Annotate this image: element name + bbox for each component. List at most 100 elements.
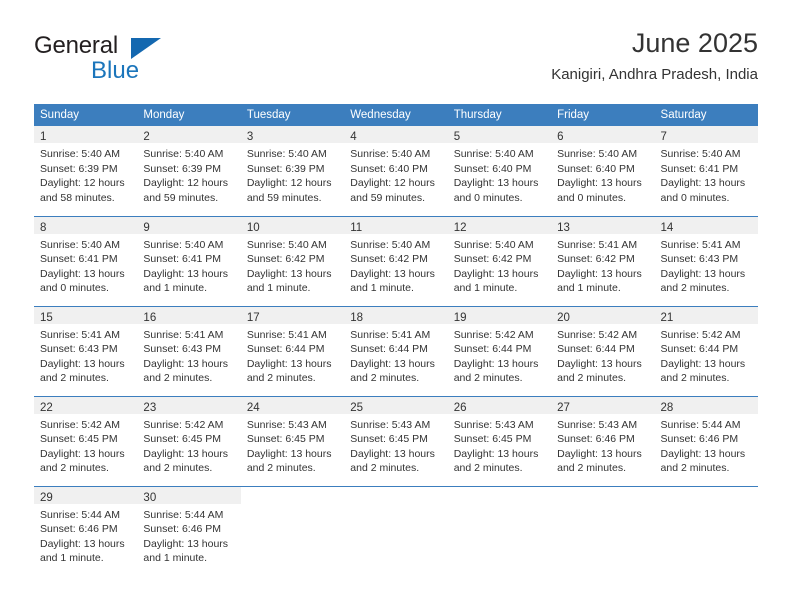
sunrise-text: Sunrise: 5:42 AM: [660, 328, 741, 341]
calendar-day-cell[interactable]: 16 Sunrise: 5:41 AM Sunset: 6:43 PM Dayligh…: [137, 305, 241, 396]
day-info: Sunrise: 5:40 AM Sunset: 6:42 PM Daylight:…: [344, 234, 447, 296]
day-info: Sunrise: 5:42 AM Sunset: 6:44 PM Daylight:…: [551, 324, 654, 386]
calendar-day-cell[interactable]: 2 Sunrise: 5:40 AM Sunset: 6:39 PM Daylight…: [137, 126, 241, 216]
sunset-text: Sunset: 6:44 PM: [246, 343, 325, 356]
day-number: 24: [246, 401, 260, 414]
sunrise-text: Sunrise: 5:41 AM: [660, 238, 741, 251]
calendar-day-cell[interactable]: 30 Sunrise: 5:44 AM Sunset: 6:46 PM Dayligh…: [137, 485, 241, 576]
day-number-band: 23: [137, 396, 241, 414]
day-info: Sunrise: 5:43 AM Sunset: 6:46 PM Daylight:…: [551, 414, 654, 476]
sunset-text: Sunset: 6:43 PM: [143, 343, 222, 356]
daylight-text: Daylight: 13 hours and 0 minutes.: [40, 267, 125, 295]
sunset-text: Sunset: 6:46 PM: [143, 523, 222, 536]
sunrise-text: Sunrise: 5:40 AM: [40, 148, 120, 160]
page-title: June 2025: [631, 28, 758, 58]
day-number: 8: [40, 221, 47, 234]
daylight-text: Daylight: 13 hours and 2 minutes.: [453, 357, 539, 385]
calendar-day-cell[interactable]: 11 Sunrise: 5:40 AM Sunset: 6:42 PM Dayligh…: [344, 215, 448, 306]
sunset-text: Sunset: 6:45 PM: [143, 433, 222, 446]
calendar-day-cell[interactable]: 26 Sunrise: 5:43 AM Sunset: 6:45 PM Dayligh…: [447, 395, 552, 486]
calendar-day-cell[interactable]: 25 Sunrise: 5:43 AM Sunset: 6:45 PM Dayligh…: [344, 395, 448, 486]
calendar-day-cell[interactable]: 18 Sunrise: 5:41 AM Sunset: 6:44 PM Dayligh…: [344, 305, 448, 396]
sunset-text: Sunset: 6:42 PM: [246, 253, 325, 266]
logo-triangle-icon: [131, 38, 161, 59]
sunset-text: Sunset: 6:45 PM: [350, 433, 428, 446]
calendar-day-cell[interactable]: 29 Sunrise: 5:44 AM Sunset: 6:46 PM Dayligh…: [34, 485, 138, 576]
sunrise-text: Sunrise: 5:41 AM: [40, 328, 120, 341]
day-number-band: 2: [137, 126, 241, 143]
sunrise-text: Sunrise: 5:42 AM: [453, 328, 534, 341]
calendar-day-cell[interactable]: 4 Sunrise: 5:40 AM Sunset: 6:40 PM Daylight…: [344, 126, 448, 216]
calendar-grid: Sunday Monday Tuesday Wednesday Thursday…: [34, 104, 758, 576]
daylight-text: Daylight: 13 hours and 2 minutes.: [246, 357, 332, 385]
calendar-day-cell[interactable]: 21 Sunrise: 5:42 AM Sunset: 6:44 PM Dayligh…: [654, 305, 758, 396]
calendar-day-cell[interactable]: 20 Sunrise: 5:42 AM Sunset: 6:44 PM Dayligh…: [551, 305, 655, 396]
day-number: 9: [143, 221, 150, 234]
day-number-band: [241, 487, 344, 504]
sunset-text: Sunset: 6:42 PM: [557, 253, 635, 266]
calendar-day-cell[interactable]: 12 Sunrise: 5:40 AM Sunset: 6:42 PM Dayligh…: [447, 215, 552, 306]
calendar-day-cell[interactable]: 24 Sunrise: 5:43 AM Sunset: 6:45 PM Dayligh…: [240, 395, 345, 486]
calendar-day-cell[interactable]: 1 Sunrise: 5:40 AM Sunset: 6:39 PM Daylight…: [34, 126, 138, 216]
calendar-day-cell[interactable]: 15 Sunrise: 5:41 AM Sunset: 6:43 PM Dayligh…: [34, 305, 138, 396]
day-number-band: 5: [447, 126, 552, 143]
calendar-day-cell[interactable]: 17 Sunrise: 5:41 AM Sunset: 6:44 PM Dayligh…: [240, 305, 345, 396]
calendar-page: General Blue June 2025 Kanigiri, Andhra …: [0, 0, 792, 612]
sunset-text: Sunset: 6:44 PM: [350, 343, 428, 356]
generalblue-logo[interactable]: General Blue: [34, 32, 264, 90]
daylight-text: Daylight: 13 hours and 2 minutes.: [143, 447, 229, 475]
day-info: Sunrise: 5:40 AM Sunset: 6:42 PM Daylight:…: [448, 234, 551, 296]
day-info: Sunrise: 5:40 AM Sunset: 6:42 PM Daylight:…: [241, 234, 344, 296]
day-number-band: 28: [654, 396, 758, 414]
day-number: 14: [660, 221, 674, 234]
sunrise-text: Sunrise: 5:40 AM: [453, 148, 534, 160]
calendar-day-cell[interactable]: 8 Sunrise: 5:40 AM Sunset: 6:41 PM Daylight…: [34, 215, 138, 306]
calendar-day-cell[interactable]: 9 Sunrise: 5:40 AM Sunset: 6:41 PM Daylight…: [137, 215, 241, 306]
daylight-text: Daylight: 12 hours and 59 minutes.: [143, 177, 229, 204]
sunset-text: Sunset: 6:44 PM: [660, 343, 739, 356]
day-number-band: 13: [551, 216, 655, 234]
day-number-band: 26: [447, 396, 552, 414]
day-number: 2: [143, 131, 150, 143]
calendar-week-row: 8 Sunrise: 5:40 AM Sunset: 6:41 PM Daylight…: [34, 215, 758, 306]
daylight-text: Daylight: 13 hours and 1 minute.: [453, 267, 539, 295]
day-info: Sunrise: 5:43 AM Sunset: 6:45 PM Daylight:…: [344, 414, 447, 476]
calendar-day-cell[interactable]: 23 Sunrise: 5:42 AM Sunset: 6:45 PM Dayligh…: [137, 395, 241, 486]
day-number-band: 15: [34, 306, 138, 324]
calendar-day-cell[interactable]: 7 Sunrise: 5:40 AM Sunset: 6:41 PM Daylight…: [654, 126, 758, 216]
day-info: Sunrise: 5:42 AM Sunset: 6:45 PM Daylight:…: [137, 414, 240, 476]
sunrise-text: Sunrise: 5:43 AM: [350, 418, 431, 431]
day-number-band: [344, 487, 447, 504]
day-number-band: 3: [240, 126, 345, 143]
calendar-day-cell[interactable]: 6 Sunrise: 5:40 AM Sunset: 6:40 PM Daylight…: [551, 126, 655, 216]
sunrise-text: Sunrise: 5:42 AM: [557, 328, 638, 341]
day-number-band: [551, 487, 654, 504]
daylight-text: Daylight: 13 hours and 2 minutes.: [453, 447, 539, 475]
calendar-day-cell[interactable]: 22 Sunrise: 5:42 AM Sunset: 6:45 PM Dayligh…: [34, 395, 138, 486]
day-number: 3: [246, 131, 254, 143]
page-subtitle: Kanigiri, Andhra Pradesh, India: [551, 66, 758, 83]
calendar-day-cell[interactable]: 10 Sunrise: 5:40 AM Sunset: 6:42 PM Dayligh…: [240, 215, 345, 306]
day-number: 12: [453, 221, 467, 234]
calendar-day-cell[interactable]: 19 Sunrise: 5:42 AM Sunset: 6:44 PM Dayligh…: [447, 305, 552, 396]
day-number: 1: [40, 131, 47, 143]
day-info: Sunrise: 5:44 AM Sunset: 6:46 PM Daylight:…: [137, 504, 240, 566]
sunset-text: Sunset: 6:41 PM: [40, 253, 118, 266]
calendar-day-cell[interactable]: 3 Sunrise: 5:40 AM Sunset: 6:39 PM Daylight…: [240, 126, 345, 216]
day-number: 18: [350, 311, 364, 324]
daylight-text: Daylight: 13 hours and 2 minutes.: [246, 447, 332, 475]
calendar-day-cell[interactable]: 13 Sunrise: 5:41 AM Sunset: 6:42 PM Dayligh…: [551, 215, 655, 306]
calendar-day-cell[interactable]: 27 Sunrise: 5:43 AM Sunset: 6:46 PM Dayligh…: [551, 395, 655, 486]
calendar-day-cell[interactable]: 28 Sunrise: 5:44 AM Sunset: 6:46 PM Dayligh…: [654, 395, 758, 486]
day-number: 16: [143, 311, 157, 324]
day-info: Sunrise: 5:40 AM Sunset: 6:39 PM Daylight:…: [137, 143, 240, 205]
day-number-band: 19: [447, 306, 552, 324]
day-number-band: 18: [344, 306, 448, 324]
calendar-day-cell[interactable]: 14 Sunrise: 5:41 AM Sunset: 6:43 PM Dayligh…: [654, 215, 758, 306]
calendar-week-row: 1 Sunrise: 5:40 AM Sunset: 6:39 PM Daylight…: [34, 126, 758, 216]
sunset-text: Sunset: 6:44 PM: [557, 343, 635, 356]
daylight-text: Daylight: 12 hours and 59 minutes.: [350, 177, 435, 204]
calendar-day-cell[interactable]: 5 Sunrise: 5:40 AM Sunset: 6:40 PM Daylight…: [447, 126, 552, 216]
day-info: Sunrise: 5:40 AM Sunset: 6:41 PM Daylight:…: [655, 143, 758, 205]
weekday-header-saturday: Saturday: [654, 104, 758, 126]
